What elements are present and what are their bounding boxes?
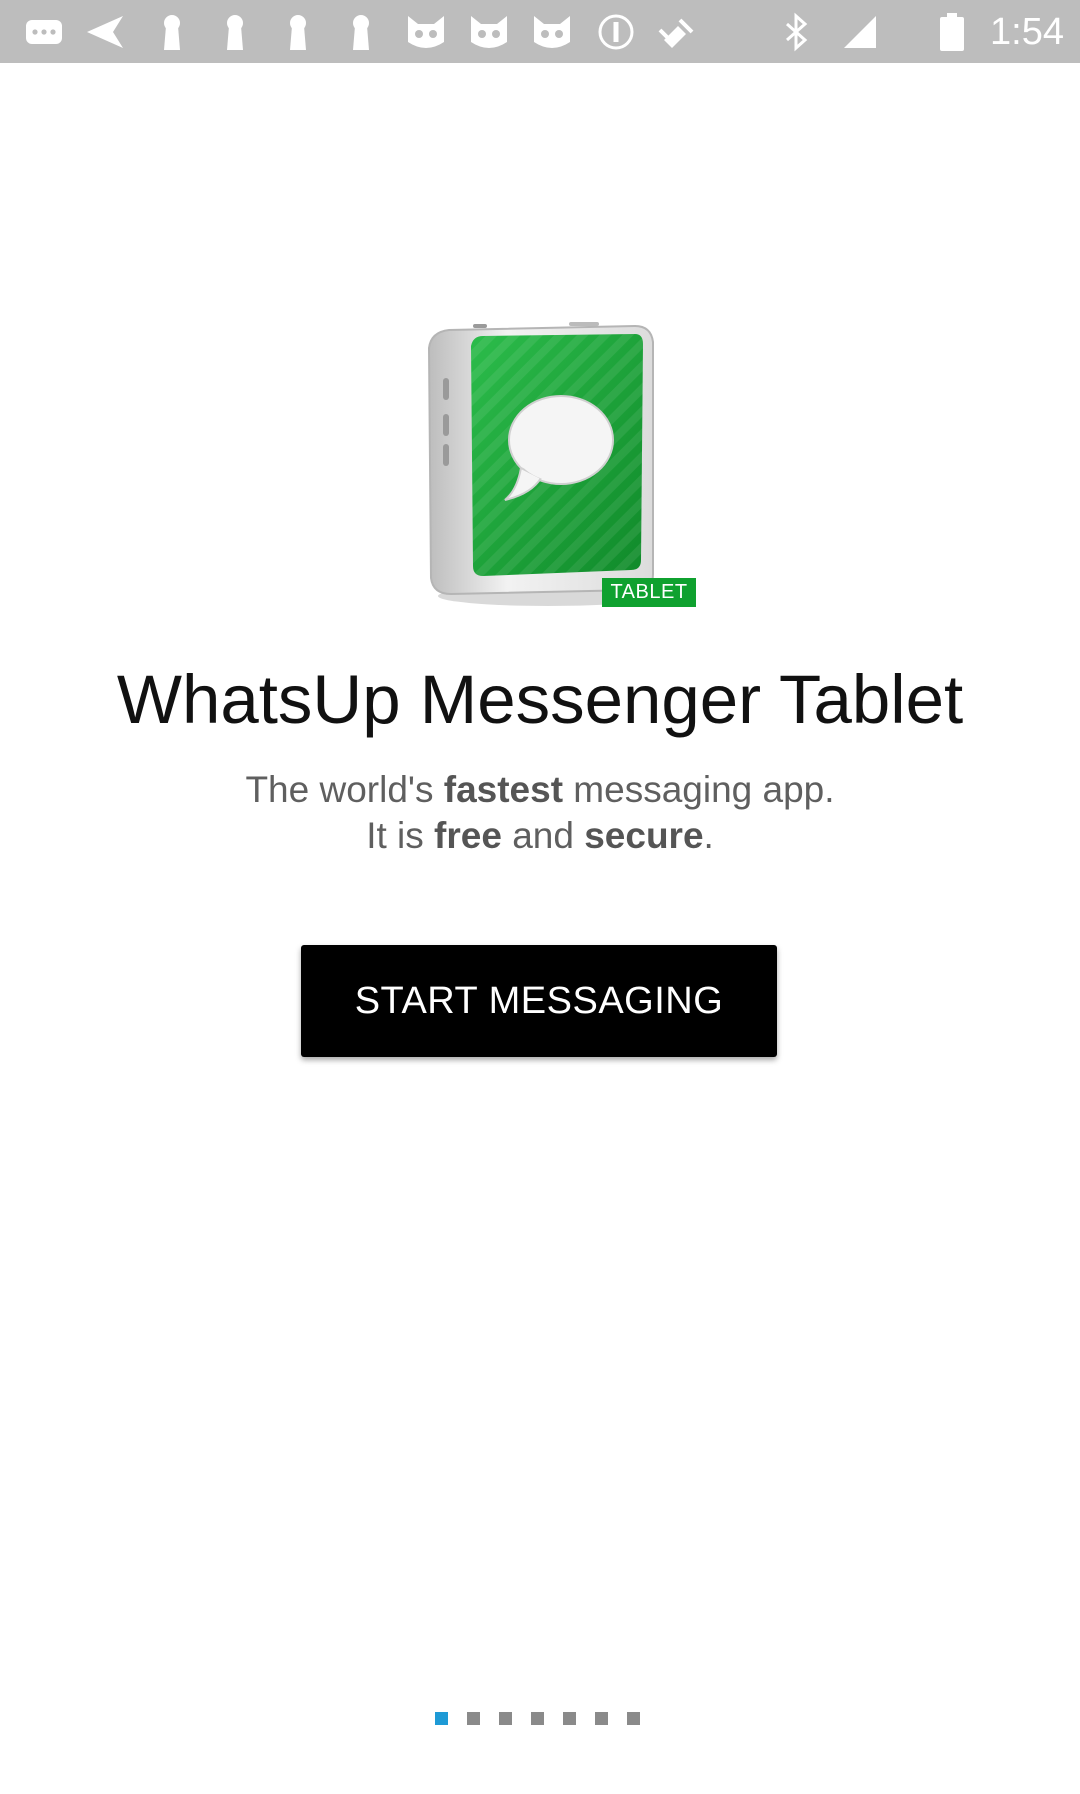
tablet-badge: TABLET [602, 578, 696, 607]
status-bar: 1:54 [0, 0, 1080, 63]
page-dot[interactable] [627, 1712, 640, 1725]
page-dot[interactable] [595, 1712, 608, 1725]
satellite-icon [658, 18, 694, 48]
tagline: The world's fastest messaging app. It is… [0, 767, 1080, 859]
tagline-line-1: The world's fastest messaging app. [245, 769, 835, 810]
page-dot[interactable] [499, 1712, 512, 1725]
messages-icon [26, 20, 62, 44]
battery-icon [940, 13, 964, 51]
start-messaging-button[interactable]: START MESSAGING [301, 945, 777, 1057]
page-dot-active[interactable] [435, 1712, 448, 1725]
keyhole-icon [227, 15, 243, 50]
page-indicator [435, 1712, 640, 1726]
cat-icon [471, 16, 507, 48]
page-dot[interactable] [467, 1712, 480, 1725]
page-dot[interactable] [563, 1712, 576, 1725]
onboarding-screen: 1:54 TABLET WhatsUp Messenger Tablet The… [0, 0, 1080, 1794]
keyhole-icon [290, 15, 306, 50]
bluetooth-icon [786, 12, 808, 52]
send-icon [87, 16, 123, 48]
signal-icon [844, 16, 876, 48]
tablet-messenger-icon [427, 322, 658, 606]
keyhole-icon [164, 15, 180, 50]
app-title: WhatsUp Messenger Tablet [116, 661, 964, 738]
status-time: 1:54 [990, 11, 1064, 53]
cat-icon [534, 16, 570, 48]
info-icon [598, 14, 634, 50]
page-dot[interactable] [531, 1712, 544, 1725]
keyhole-icon [353, 15, 369, 50]
tagline-line-2: It is free and secure. [366, 815, 714, 856]
cat-icon [408, 16, 444, 48]
